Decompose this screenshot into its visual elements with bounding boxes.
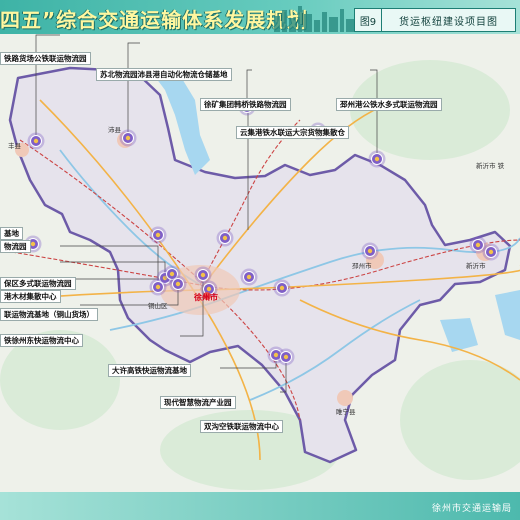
hub-label: 苏北物流园沛县港自动化物流仓储基地 [96, 68, 232, 81]
place-name: 沛县 [108, 126, 121, 134]
logistics-hub-icon [482, 243, 500, 261]
logistics-hub-icon [119, 129, 137, 147]
hub-label: 双沟空铁联运物流中心 [200, 420, 283, 433]
footer-banner: 徐州市交通运输局 [0, 492, 520, 520]
header-banner: 四五”综合交通运输体系发展规划 图9 货运枢纽建设项目图 [0, 0, 520, 34]
hub-label: 基地 [0, 227, 23, 240]
logistics-hub-icon [240, 268, 258, 286]
hub-label: 徐矿集团韩桥铁路物流园 [200, 98, 291, 111]
logistics-hub-icon [361, 242, 379, 260]
logistics-hub-icon [149, 226, 167, 244]
place-name: 邳州市 [352, 262, 372, 270]
hub-label: 保区多式联运物流园 [0, 277, 76, 290]
map-figure: 四五”综合交通运输体系发展规划 图9 货运枢纽建设项目图 铁路货场公铁联运物流园… [0, 0, 520, 520]
logistics-hub-icon [273, 279, 291, 297]
logistics-hub-icon [368, 150, 386, 168]
place-name: 铜山区 [148, 302, 168, 310]
logistics-hub-icon [27, 132, 45, 150]
logistics-hub-icon [216, 229, 234, 247]
place-name: 新沂市 [466, 262, 486, 270]
hub-label: 物流园 [0, 240, 31, 253]
hub-label: 港木材集散中心 [0, 290, 61, 303]
logistics-hub-icon [169, 275, 187, 293]
figure-number: 图9 [355, 9, 382, 31]
map-area: 铁路货场公铁联运物流园 苏北物流园沛县港自动化物流仓储基地 徐矿集团韩桥铁路物流… [0, 34, 520, 492]
hub-label: 联运物流基地（铜山货场） [0, 308, 98, 321]
place-name: 睢宁县 [336, 408, 356, 416]
issuer-name: 徐州市交通运输局 [431, 504, 512, 514]
logistics-hub-icon [277, 348, 295, 366]
figure-title: 货运枢纽建设项目图 [399, 16, 498, 28]
hub-label: 大许高铁快运物流基地 [108, 364, 191, 377]
place-name: 新沂市 铁 [476, 162, 505, 170]
logistics-hub-icon [149, 278, 167, 296]
place-name: 丰县 [8, 142, 21, 150]
city-skyline-illustration [274, 6, 354, 32]
hub-label: 铁徐州东快运物流中心 [0, 334, 83, 347]
hub-label: 铁路货场公铁联运物流园 [0, 52, 91, 65]
plan-title: 四五”综合交通运输体系发展规划 [0, 8, 309, 32]
hub-label: 邳州港公铁水多式联运物流园 [336, 98, 442, 111]
hub-label: 现代智慧物流产业园 [160, 396, 236, 409]
hub-label: 云集港铁水联运大宗货物集散仓 [236, 126, 349, 139]
figure-caption-box: 图9 货运枢纽建设项目图 [354, 8, 516, 32]
city-name: 徐州市 [194, 293, 218, 302]
